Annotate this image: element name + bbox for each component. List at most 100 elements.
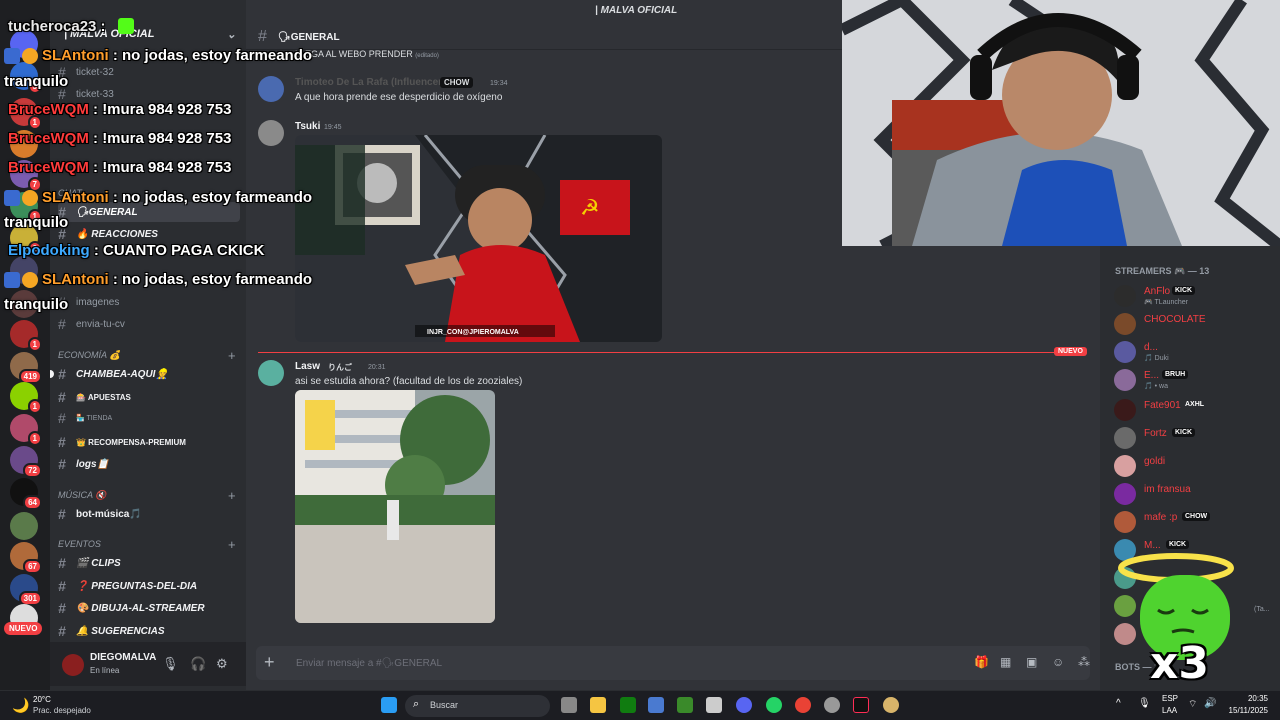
channel-logs[interactable]: # logs📋 xyxy=(58,454,240,474)
overlay-chat-line: SLAntoni : no jodas, estoy farmeando xyxy=(42,47,312,64)
channel-envia-tu-cv[interactable]: # envia-tu-cv xyxy=(58,314,240,334)
add-channel-icon[interactable]: + xyxy=(228,488,236,503)
app-icon[interactable] xyxy=(883,697,899,713)
add-channel-icon[interactable]: + xyxy=(228,348,236,363)
category-economia[interactable]: ECONOMÍA 💰 + xyxy=(58,348,236,363)
file-explorer-icon[interactable] xyxy=(590,697,606,713)
server-icon[interactable]: 301 xyxy=(10,574,42,606)
channel-clips[interactable]: # 🎬 CLIPS xyxy=(58,553,240,573)
gift-icon[interactable]: 🎁 xyxy=(974,655,989,669)
channel-preguntas[interactable]: # ❓ PREGUNTAS-DEL-DIA xyxy=(58,576,240,596)
hash-icon: # xyxy=(58,456,66,472)
avatar[interactable] xyxy=(258,76,284,102)
attached-image[interactable] xyxy=(295,390,495,623)
channel-recompensa[interactable]: # 👑 RECOMPENSA-PREMIUM xyxy=(58,432,240,452)
add-channel-icon[interactable]: + xyxy=(228,537,236,552)
language-indicator[interactable]: ESP xyxy=(1162,694,1178,703)
headphones-icon[interactable]: 🎧 xyxy=(190,656,206,672)
weather-icon[interactable]: 🌙 xyxy=(12,697,29,714)
member-row[interactable]: goldi xyxy=(1114,452,1278,478)
badge-icon xyxy=(22,48,38,64)
discord-icon[interactable] xyxy=(736,697,752,713)
search-input[interactable]: ⌕ Buscar xyxy=(405,695,550,717)
channel-reacciones[interactable]: # 🔥 REACCIONES xyxy=(58,224,240,244)
avatar[interactable] xyxy=(258,120,284,146)
hash-icon: # xyxy=(258,28,267,45)
gear-icon[interactable]: ⚙ xyxy=(216,656,228,672)
avatar[interactable] xyxy=(258,360,284,386)
server-icon[interactable]: 1 xyxy=(10,414,42,446)
server-icon[interactable] xyxy=(10,512,38,540)
xbox-icon[interactable] xyxy=(620,697,636,713)
microphone-icon[interactable]: 🎙 xyxy=(1138,698,1151,709)
mention-badge: 67 xyxy=(23,559,42,574)
channel-title: 🗣GENERAL xyxy=(278,32,340,43)
server-icon[interactable]: 72 xyxy=(10,446,42,478)
whatsapp-icon[interactable] xyxy=(766,697,782,713)
category-label: EVENTOS xyxy=(58,539,101,549)
message-author[interactable]: Tsuki xyxy=(295,121,320,132)
server-icon[interactable]: 1 xyxy=(10,320,42,352)
message-author[interactable]: Lasw xyxy=(295,361,320,372)
message-input[interactable]: Enviar mensaje a #🗣GENERAL xyxy=(296,658,442,669)
chrome-icon[interactable] xyxy=(795,697,811,713)
volume-icon[interactable]: 🔊 xyxy=(1204,698,1216,709)
tiktok-icon[interactable] xyxy=(853,697,869,713)
member-row[interactable]: d... 🎵 Duki xyxy=(1114,338,1278,364)
hash-icon: # xyxy=(58,623,66,639)
server-icon[interactable]: 64 xyxy=(10,478,42,510)
store-icon[interactable] xyxy=(648,697,664,713)
minecraft-icon[interactable] xyxy=(677,697,693,713)
sticker-icon[interactable]: ▣ xyxy=(1026,655,1037,669)
wifi-icon[interactable]: ⌔ xyxy=(1188,698,1197,711)
server-icon[interactable]: 67 xyxy=(10,542,42,574)
mention-badge: 64 xyxy=(23,495,42,510)
obs-icon[interactable] xyxy=(824,697,840,713)
member-row[interactable]: im fransua xyxy=(1114,480,1278,506)
chevron-up-icon[interactable]: ^ xyxy=(1116,698,1121,709)
category-musica[interactable]: MÚSICA 🔇 + xyxy=(58,488,236,503)
channel-ticket-32[interactable]: # ticket-32 xyxy=(58,62,240,82)
member-row[interactable]: E... BRUH 🎵 • wa xyxy=(1114,366,1278,392)
channel-apuestas[interactable]: # 🎰 APUESTAS xyxy=(58,387,240,407)
channel-sugerencias[interactable]: # 🔔 SUGERENCIAS xyxy=(58,621,240,641)
start-icon[interactable] xyxy=(381,697,397,713)
clock-time[interactable]: 20:35 xyxy=(1228,694,1268,703)
microphone-icon[interactable]: 🎙 xyxy=(162,656,179,672)
search-icon: ⌕ xyxy=(413,698,420,710)
channel-dibuja[interactable]: # 🎨 DIBUJA-AL-STREAMER xyxy=(58,598,240,618)
gif-icon[interactable]: ▦ xyxy=(1000,655,1011,669)
channel-imagenes[interactable]: # imagenes xyxy=(58,292,240,312)
campus-photo-image xyxy=(295,390,495,623)
user-status: En línea xyxy=(90,666,120,675)
new-servers-pill[interactable]: NUEVO xyxy=(4,622,43,635)
emoji-icon[interactable]: ☺ xyxy=(1052,655,1064,669)
channel-chambea[interactable]: # CHAMBEA-AQUI👷 xyxy=(50,364,240,384)
attached-image[interactable]: ☭ INJR_CON@JPIEROMALVA xyxy=(295,135,662,342)
member-row[interactable]: CHOCOLATE xyxy=(1114,310,1278,336)
overlay-separator: : xyxy=(88,101,103,118)
mention-badge: 1 xyxy=(27,399,42,414)
hash-icon: # xyxy=(58,506,66,522)
app-icon[interactable] xyxy=(706,697,722,713)
task-view-icon[interactable] xyxy=(561,697,577,713)
member-row[interactable]: Fortz KICK xyxy=(1114,424,1278,450)
apps-icon[interactable]: ⁂ xyxy=(1078,655,1090,669)
category-eventos[interactable]: EVENTOS + xyxy=(58,537,236,552)
message-author[interactable]: Timoteo De La Rafa (Influencer) xyxy=(295,77,445,88)
overlay-separator: : xyxy=(108,189,122,206)
hash-icon: # xyxy=(58,434,66,450)
channel-bot-musica[interactable]: # bot-música🎵 xyxy=(58,504,240,524)
channel-tienda[interactable]: # 🏪 TIENDA xyxy=(58,408,240,428)
overlay-message: no jodas, estoy farmeando xyxy=(122,271,313,288)
emote-icon xyxy=(118,18,134,34)
overlay-username: BruceWQM xyxy=(8,101,89,118)
message-composer[interactable]: + Enviar mensaje a #🗣GENERAL 🎁 ▦ ▣ ☺ ⁂ xyxy=(256,646,1090,680)
server-icon[interactable]: 419 xyxy=(10,352,42,384)
member-row[interactable]: AnFlo KICK 🎮 TLauncher xyxy=(1114,282,1278,308)
member-row[interactable]: mafe :p CHOW xyxy=(1114,508,1278,534)
server-icon[interactable]: 1 xyxy=(10,382,42,414)
member-row[interactable]: Fate901 AXHL xyxy=(1114,396,1278,422)
add-attachment-icon[interactable]: + xyxy=(264,652,275,673)
avatar[interactable] xyxy=(62,654,84,676)
